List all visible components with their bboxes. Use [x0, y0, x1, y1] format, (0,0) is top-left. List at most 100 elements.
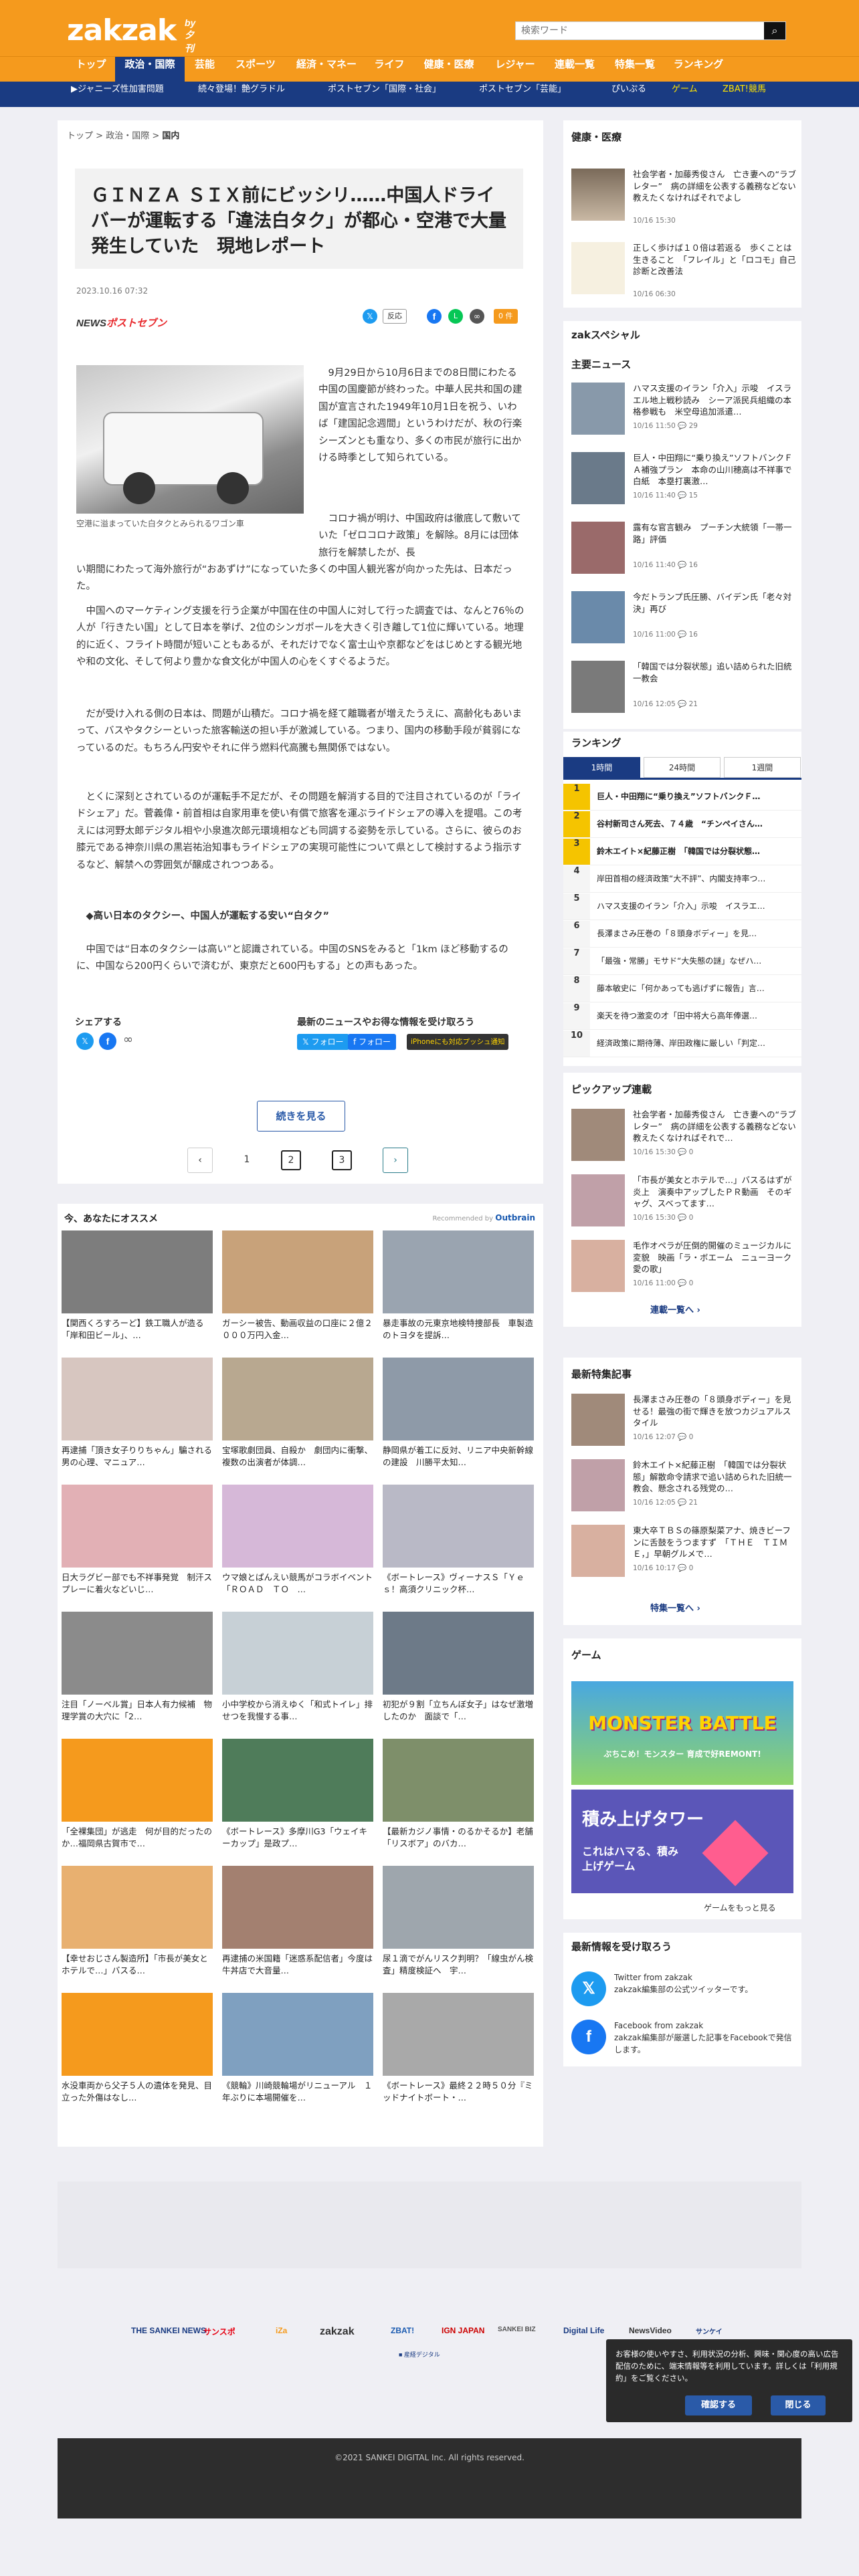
footer-logo[interactable]: THE SANKEI NEWS [131, 2326, 206, 2335]
rec-item[interactable]: ガーシー被告、動画収益の口座に２億２０００万円入金… [222, 1230, 373, 1343]
facebook-share-icon[interactable]: f [427, 309, 442, 324]
cookie-accept-button[interactable]: 確認する [685, 2395, 752, 2416]
facebook-share-icon[interactable]: f [99, 1033, 116, 1050]
ranking-item[interactable]: 5 ハマス支援のイラン「介入」示唆 イスラエ… [563, 893, 801, 920]
list-item[interactable]: 鈴木エイト×紀藤正樹 「韓国では分裂状態」解散命令請求で追い詰められた旧統一教会… [571, 1454, 796, 1514]
list-item[interactable]: 長澤まさみ圧巻の「８頭身ボディー」を見せる！最強の街で輝きを放つカジュアルスタイ… [571, 1388, 796, 1448]
rec-item[interactable]: 再逮捕「頂き女子りりちゃん」騙される男の心理、マニュア… [62, 1358, 213, 1470]
rec-item[interactable]: 日大ラグビー部でも不祥事発覚 制汗スプレーに着火などいじ… [62, 1485, 213, 1597]
site-logo[interactable]: zakzak by夕刊フジ [67, 13, 195, 80]
rec-item[interactable]: 《ボートレース》最終２２時５０分『ミッドナイトボート・… [383, 1993, 534, 2105]
nav-ranking[interactable]: ランキング [665, 57, 732, 82]
rec-item[interactable]: 《ボートレース》ヴィーナスＳ「Ｙｅｓ！高須クリニック杯… [383, 1485, 534, 1597]
game-tower[interactable]: 積み上げタワー これはハマる、積み上げゲーム [571, 1790, 793, 1893]
ranking-item[interactable]: 3 鈴木エイト×紀藤正樹 「韓国では分裂状態… [563, 839, 801, 865]
rec-item[interactable]: 再逮捕の米国籍「迷惑系配信者」今度は牛丼店で大音量… [222, 1866, 373, 1978]
link-icon[interactable]: ∞ [470, 309, 484, 324]
crumb-section[interactable]: 政治・国際 [106, 131, 149, 141]
list-item[interactable]: 巨人・中田翔に“乗り換え”ソフトバンクＦＡ補強プラン 本命の山川穂高は不祥事で白… [571, 447, 796, 507]
page-3[interactable]: 3 [332, 1150, 352, 1170]
subnav-post7-intl[interactable]: ポストセブン「国際・社会」 [328, 82, 441, 107]
ranking-item[interactable]: 8 藤本敏史に「何かあっても逃げずに報告」言… [563, 976, 801, 1002]
list-item[interactable]: 東大卒ＴＢＳの篠原梨菜アナ、焼きビーフンに舌鼓をうつますず 「ＴＨＥ ＴＩＭＥ，… [571, 1519, 796, 1580]
page-2[interactable]: 2 [281, 1150, 301, 1170]
subnav-gravure[interactable]: 続々登場！艶グラドル [198, 82, 285, 107]
search-icon[interactable]: ⌕ [764, 22, 785, 39]
tab-24h[interactable]: 24時間 [644, 757, 721, 778]
rec-item[interactable]: 注目「ノーベル賞」日本人有力候補 物理学賞の大穴に「2… [62, 1612, 213, 1724]
crumb-home[interactable]: トップ [67, 131, 93, 141]
fb-follow-button[interactable]: f フォロー [348, 1034, 397, 1050]
react-button[interactable]: 反応 [383, 309, 407, 324]
list-item[interactable]: 社会学者・加藤秀俊さん 亡き妻への“ラブレター” 病の詳細を公表する義務などない… [571, 1103, 796, 1164]
nav-entertainment[interactable]: 芸能 [185, 57, 225, 82]
subnav-game[interactable]: ゲーム [672, 82, 698, 107]
subnav-zbat[interactable]: ZBAT!競馬 [723, 82, 766, 107]
nav-economy[interactable]: 経済・マネー [286, 57, 367, 82]
list-item[interactable]: 露有な官言観み プーチン大統領「一帯一路」評価 10/16 11:40 💬 16 [571, 516, 796, 576]
rec-item[interactable]: 水没車両から父子５人の遺体を発見、目立った外傷はなし… [62, 1993, 213, 2105]
outbrain-credit[interactable]: Recommended by Outbrain [433, 1213, 535, 1222]
facebook-follow-row[interactable]: f Facebook from zakzak zakzak編集部が厳選した記事をF… [571, 2017, 796, 2057]
ranking-item[interactable]: 2 谷村新司さん死去、７４歳 “チンペイさん… [563, 811, 801, 838]
game-monster-battle[interactable]: MONSTER BATTLE ぶちこめ！モンスター 育成で好REMONT! [571, 1681, 793, 1785]
twitter-follow-row[interactable]: 𝕏 Twitter from zakzak zakzak編集部の公式ツイッターです… [571, 1969, 796, 2009]
list-item[interactable]: 「市長が美女とホテルで…」バスるはずが炎上 演奏中アップしたＰＲ動画 そのギャグ… [571, 1169, 796, 1229]
nav-politics[interactable]: 政治・国際 [115, 57, 185, 82]
rec-item[interactable]: 【幸せおじさん製造所】「市長が美女とホテルで…」バスる… [62, 1866, 213, 1978]
footer-logo[interactable]: SANKEI BIZ [498, 2326, 536, 2333]
ranking-item[interactable]: 10 経済政策に期待薄、岸田政権に厳しい「判定… [563, 1031, 801, 1057]
footer-logo[interactable]: ZBAT! [391, 2326, 414, 2335]
list-item[interactable]: 今だトランプ氏圧勝、バイデン氏「老々対決」再び 10/16 11:00 💬 16 [571, 586, 796, 646]
ranking-item[interactable]: 9 楽天を待つ激変の才「田中将大ら高年俸選… [563, 1003, 801, 1030]
rec-item[interactable]: 小中学校から消えゆく「和式トイレ」排せつを我慢する事… [222, 1612, 373, 1724]
rec-item[interactable]: 《ボートレース》多摩川G3「ウェイキーカップ」是政プ… [222, 1739, 373, 1851]
list-item[interactable]: 「韓国では分裂状態」追い詰められた旧統一教会 10/16 12:05 💬 21 [571, 655, 796, 716]
feature-list-link[interactable]: 特集一覧へ › [650, 1601, 700, 1614]
footer-logo[interactable]: NewsVideo [629, 2326, 672, 2335]
nav-features[interactable]: 特集一覧 [605, 57, 665, 82]
nav-health[interactable]: 健康・医療 [412, 57, 486, 82]
rec-item[interactable]: 初犯が９割「立ちんぼ女子」はなぜ激増したのか 面談で「… [383, 1612, 534, 1724]
footer-logo[interactable]: IGN JAPAN [442, 2326, 484, 2335]
series-list-link[interactable]: 連載一覧へ › [650, 1303, 700, 1315]
x-share-icon[interactable]: 𝕏 [76, 1033, 94, 1050]
list-item[interactable]: 社会学者・加藤秀俊さん 亡き妻への“ラブレター” 病の詳細を公表する義務などない… [571, 163, 796, 225]
list-item[interactable]: 正しく歩けば１０倍は若返る 歩くことは生きること 「フレイル」と「ロコモ」自己診… [571, 237, 796, 298]
subnav-post7-ent[interactable]: ポストセブン「芸能」 [479, 82, 566, 107]
x-follow-button[interactable]: 𝕏 フォロー [297, 1034, 349, 1050]
rec-item[interactable]: ウマ娘とぱんえい競馬がコラボイベント「ＲＯＡＤ ＴＯ … [222, 1485, 373, 1597]
list-item[interactable]: 毛作オペラが圧倒的開催のミュージカルに変貌 映画「ラ・ボエーム ニューヨーク愛の… [571, 1235, 796, 1295]
subnav-people[interactable]: ぴいぷる [611, 82, 646, 107]
ranking-item[interactable]: 4 岸田首相の経済政策“大不評”、内閣支持率つ… [563, 866, 801, 893]
footer-logo[interactable]: サンスポ [203, 2326, 235, 2337]
comment-count[interactable]: 0 件 [494, 309, 518, 324]
search-input[interactable] [516, 22, 763, 39]
subnav-johnny[interactable]: ▶ジャニーズ性加害問題 [71, 82, 164, 107]
push-notify-button[interactable]: iPhoneにも対応プッシュ通知 [407, 1034, 509, 1050]
read-more-button[interactable]: 続きを見る [257, 1101, 345, 1132]
rec-item[interactable]: 【最新カジノ事情・のるかそるか】老舗「リスボア」のバカ… [383, 1739, 534, 1851]
more-games-link[interactable]: ゲームをもっと見る [704, 1902, 776, 1913]
ranking-item[interactable]: 6 長澤まさみ圧巻の「８頭身ボディー」を見… [563, 921, 801, 948]
nav-series[interactable]: 連載一覧 [545, 57, 605, 82]
cookie-close-button[interactable]: 閉じる [771, 2395, 826, 2416]
rec-item[interactable]: 暴走事故の元東京地検特捜部長 車製造のトヨタを提訴… [383, 1230, 534, 1343]
ranking-item[interactable]: 1 巨人・中田翔に“乗り換え”ソフトバンクＦ… [563, 784, 801, 811]
tab-1h[interactable]: 1時間 [563, 757, 640, 778]
line-share-icon[interactable]: L [448, 309, 463, 324]
footer-link[interactable]: ■ 産経デジタル [399, 2350, 440, 2359]
rec-item[interactable]: 尿１滴でがんリスク判明？「線虫がん検査」精度検証へ 宇… [383, 1866, 534, 1978]
footer-logo[interactable]: Digital Life [563, 2326, 604, 2335]
rec-item[interactable]: 宝塚歌劇団員、自殺か 劇団内に衝撃、複数の出演者が体調… [222, 1358, 373, 1470]
page-next[interactable]: › [383, 1148, 408, 1173]
nav-sports[interactable]: スポーツ [225, 57, 286, 82]
nav-life[interactable]: ライフ [367, 57, 412, 82]
x-share-icon[interactable]: 𝕏 [363, 309, 377, 324]
nav-leisure[interactable]: レジャー [486, 57, 545, 82]
footer-logo[interactable]: iZa [276, 2326, 287, 2335]
ranking-item[interactable]: 7 「最強・常勝」モサド“大失態の謎」なぜハ… [563, 948, 801, 975]
page-prev[interactable]: ‹ [187, 1148, 213, 1173]
rec-item[interactable]: 【関西くろすろーど】鉄工職人が造る「岸和田ビール」、… [62, 1230, 213, 1343]
nav-top[interactable]: トップ [67, 57, 115, 82]
